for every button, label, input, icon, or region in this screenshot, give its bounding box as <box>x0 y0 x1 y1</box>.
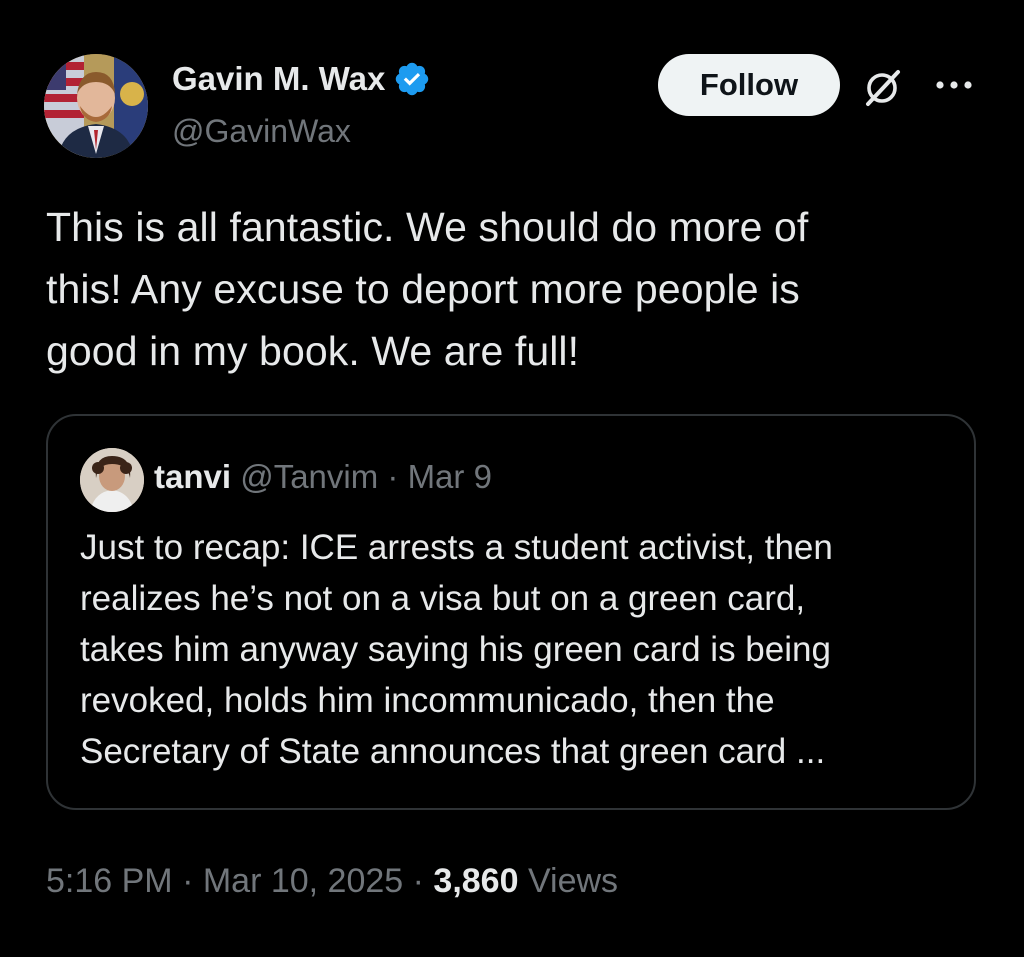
author-name-row[interactable]: Gavin M. Wax <box>172 60 431 98</box>
views-count: 3,860 <box>433 862 519 900</box>
quote-author-handle[interactable]: @Tanvim <box>240 458 378 495</box>
author-avatar[interactable] <box>44 54 148 158</box>
tweet-date[interactable]: Mar 10, 2025 <box>203 862 403 900</box>
author-handle[interactable]: @GavinWax <box>172 113 351 150</box>
author-name[interactable]: Gavin M. Wax <box>172 60 385 98</box>
follow-button[interactable]: Follow <box>658 54 840 116</box>
quote-author-name[interactable]: tanvi <box>154 458 231 495</box>
quote-avatar-image <box>80 448 144 512</box>
more-options-icon[interactable] <box>932 70 976 100</box>
tweet-text: This is all fantastic. We should do more… <box>46 204 809 374</box>
quote-author-avatar[interactable] <box>80 448 144 512</box>
quote-text: Just to recap: ICE arrests a student act… <box>80 528 833 771</box>
quote-separator: · <box>378 458 408 495</box>
verified-badge-icon <box>393 60 431 98</box>
tweet-time[interactable]: 5:16 PM <box>46 862 173 900</box>
quote-header: tanvi @Tanvim · Mar 9 <box>154 458 492 496</box>
quoted-tweet-card[interactable]: tanvi @Tanvim · Mar 9 Just to recap: ICE… <box>46 414 976 810</box>
grok-icon[interactable] <box>860 66 904 110</box>
tweet-meta: 5:16 PM · Mar 10, 2025 · 3,860 Views <box>46 862 618 901</box>
meta-separator: · <box>172 862 203 900</box>
author-avatar-image <box>44 54 148 158</box>
views-label: Views <box>527 862 619 900</box>
quote-date[interactable]: Mar 9 <box>408 458 492 495</box>
meta-separator: · <box>403 862 434 900</box>
